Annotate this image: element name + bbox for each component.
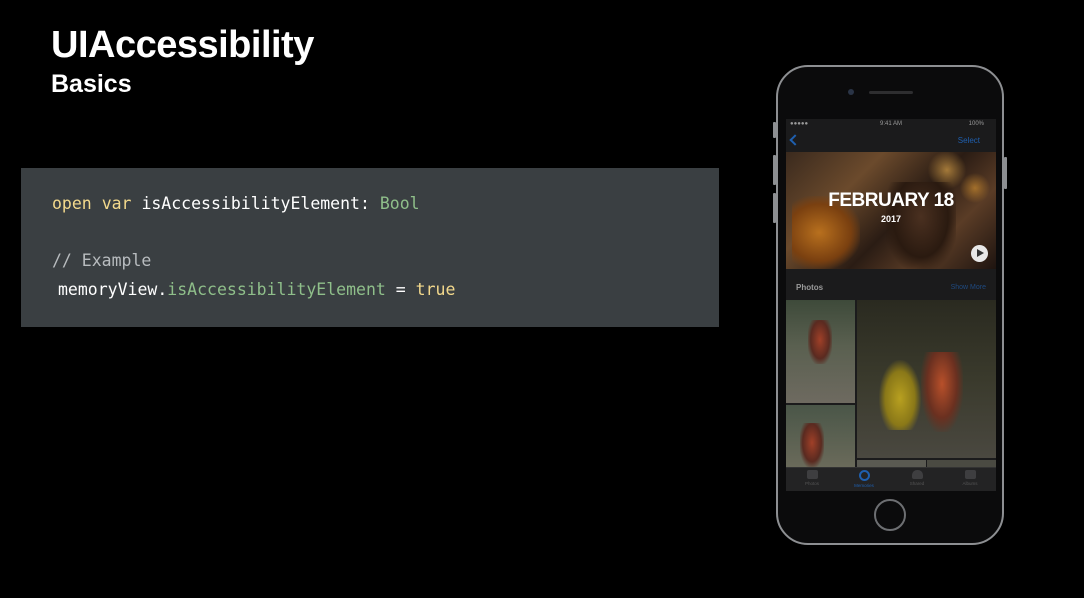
memory-card[interactable]: FEBRUARY 18 2017 bbox=[786, 152, 996, 269]
show-more-link[interactable]: Show More bbox=[951, 284, 986, 291]
cloud-tab-icon bbox=[911, 470, 923, 479]
code-comment: // Example bbox=[52, 251, 152, 270]
photo-thumbnail[interactable] bbox=[927, 460, 996, 467]
phone-screen: ●●●●● 9:41 AM 100% Select FEBRUARY 18 20… bbox=[786, 119, 996, 491]
select-button[interactable]: Select bbox=[958, 136, 980, 145]
tab-photos[interactable]: Photos bbox=[786, 470, 838, 486]
memories-tab-icon bbox=[858, 470, 870, 481]
tab-memories[interactable]: Memories bbox=[838, 470, 890, 488]
power-button bbox=[1004, 157, 1007, 189]
memory-title: FEBRUARY 18 bbox=[828, 190, 954, 211]
code-line-example: memoryView.isAccessibilityElement = true bbox=[58, 280, 455, 299]
mute-switch bbox=[773, 122, 776, 138]
photo-thumbnail[interactable] bbox=[857, 300, 996, 458]
albums-tab-icon bbox=[964, 470, 976, 479]
front-camera-icon bbox=[848, 89, 854, 95]
tab-label: Shared bbox=[909, 481, 925, 486]
object-name: memoryView. bbox=[58, 280, 168, 299]
photo-figure bbox=[879, 360, 921, 430]
photo-thumbnail[interactable] bbox=[786, 405, 855, 467]
tab-albums[interactable]: Albums bbox=[944, 470, 996, 486]
battery-percent: 100% bbox=[968, 121, 984, 127]
iphone-mockup: ●●●●● 9:41 AM 100% Select FEBRUARY 18 20… bbox=[773, 65, 1007, 545]
bool-literal: true bbox=[415, 280, 456, 299]
nav-bar: Select bbox=[786, 131, 996, 152]
photo-thumbnail[interactable] bbox=[786, 300, 855, 403]
photo-thumbnail[interactable] bbox=[857, 460, 926, 467]
keyword-var: var bbox=[101, 194, 132, 213]
back-chevron-icon[interactable] bbox=[789, 134, 801, 146]
photo-figure bbox=[800, 423, 824, 467]
play-icon[interactable] bbox=[971, 245, 988, 262]
volume-down-button bbox=[773, 193, 776, 223]
keyword-open: open bbox=[52, 194, 92, 213]
home-button[interactable] bbox=[874, 499, 906, 531]
slide-subtitle: Basics bbox=[51, 70, 132, 98]
earpiece-speaker bbox=[869, 91, 913, 94]
code-line-comment: // Example bbox=[52, 251, 151, 270]
property-declaration: isAccessibilityElement: bbox=[141, 194, 370, 213]
assign-operator: = bbox=[395, 280, 406, 299]
status-bar: ●●●●● 9:41 AM 100% bbox=[786, 119, 996, 131]
status-time: 9:41 AM bbox=[879, 121, 902, 127]
code-line-declaration: open var isAccessibilityElement: Bool bbox=[52, 194, 420, 213]
code-block: open var isAccessibilityElement: Bool //… bbox=[21, 168, 719, 327]
memory-year: 2017 bbox=[880, 214, 902, 224]
volume-up-button bbox=[773, 155, 776, 185]
photos-section-title: Photos bbox=[796, 283, 824, 292]
slide-title: UIAccessibility bbox=[51, 24, 314, 66]
photo-figure bbox=[921, 352, 963, 432]
photo-figure bbox=[808, 320, 832, 364]
tab-label: Photos bbox=[804, 481, 819, 486]
property-access: isAccessibilityElement bbox=[167, 280, 386, 299]
tab-label: Albums bbox=[962, 481, 978, 486]
photos-tab-icon bbox=[806, 470, 818, 479]
tab-bar: Photos Memories Shared Albums bbox=[786, 467, 996, 491]
tab-shared[interactable]: Shared bbox=[891, 470, 943, 486]
tab-label: Memories bbox=[854, 483, 874, 488]
photos-section-header: Photos Show More bbox=[786, 269, 996, 299]
type-name: Bool bbox=[379, 194, 420, 213]
